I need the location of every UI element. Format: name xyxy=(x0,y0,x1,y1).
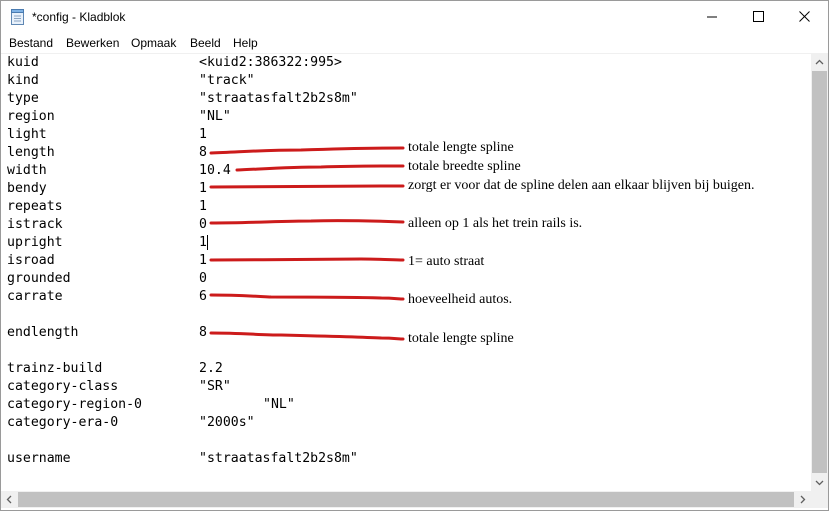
annotation-endlength: totale lengte spline xyxy=(408,331,514,346)
maximize-button[interactable] xyxy=(736,1,782,33)
horizontal-scrollbar[interactable] xyxy=(1,491,811,508)
menu-opmaak[interactable]: Opmaak xyxy=(131,36,176,50)
annotation-bendy: zorgt er voor dat de spline delen aan el… xyxy=(408,178,755,193)
scroll-right-button[interactable] xyxy=(794,491,811,508)
vertical-scrollbar[interactable] xyxy=(811,54,828,491)
scroll-down-button[interactable] xyxy=(811,474,828,491)
annotation-length: totale lengte spline xyxy=(408,140,514,155)
annotation-width: totale breedte spline xyxy=(408,159,521,174)
minimize-icon xyxy=(707,16,717,18)
notepad-icon xyxy=(11,9,24,25)
minimize-button[interactable] xyxy=(690,1,736,33)
annotation-strokes xyxy=(209,146,405,341)
annotation-carrate: hoeveelheid autos. xyxy=(408,292,513,307)
arrow-down-icon xyxy=(815,480,824,486)
annotation-stroke-endlength xyxy=(209,331,405,341)
close-button[interactable] xyxy=(782,1,828,33)
text-editor[interactable]: kuid <kuid2:386322:995> kind "track" type "… xyxy=(1,54,811,491)
horizontal-scroll-thumb[interactable] xyxy=(18,492,794,507)
arrow-up-icon xyxy=(815,59,824,65)
annotation-stroke-bendy xyxy=(209,184,405,189)
menu-bar: Bestand Bewerken Opmaak Beeld Help xyxy=(1,34,828,53)
close-icon xyxy=(799,11,810,22)
arrow-right-icon xyxy=(800,495,806,504)
annotation-stroke-isroad xyxy=(209,257,405,262)
scroll-up-button[interactable] xyxy=(811,54,828,71)
annotation-stroke-carrate xyxy=(209,293,405,301)
annotation-isroad: 1= auto straat xyxy=(408,254,485,269)
annotation-istrack: alleen op 1 als het trein rails is. xyxy=(408,216,583,231)
annotation-stroke-width xyxy=(235,164,405,172)
annotation-stroke-istrack xyxy=(209,219,405,225)
scrollbar-corner xyxy=(811,491,828,508)
title-bar[interactable]: *config - Kladblok xyxy=(1,1,828,33)
notepad-window: *config - Kladblok Bestand Bewerken Opma… xyxy=(0,0,829,511)
vertical-scroll-thumb[interactable] xyxy=(812,71,827,473)
menu-bestand[interactable]: Bestand xyxy=(9,36,53,50)
arrow-left-icon xyxy=(6,495,12,504)
maximize-icon xyxy=(753,11,764,22)
menu-help[interactable]: Help xyxy=(233,36,258,50)
scroll-left-button[interactable] xyxy=(1,491,18,508)
annotation-stroke-length xyxy=(209,146,405,155)
menu-beeld[interactable]: Beeld xyxy=(190,36,221,50)
window-title: *config - Kladblok xyxy=(32,10,126,24)
menu-bewerken[interactable]: Bewerken xyxy=(66,36,119,50)
